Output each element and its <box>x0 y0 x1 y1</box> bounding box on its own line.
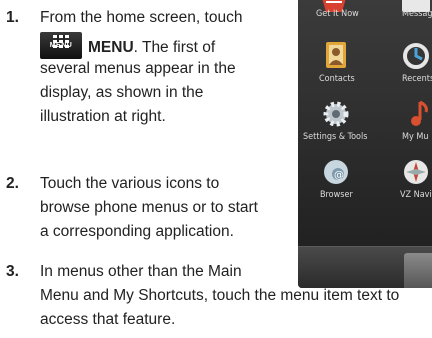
step-2: 2. Touch the various icons to browse pho… <box>0 172 300 246</box>
menu-item-label: Browser <box>320 190 353 200</box>
bar-center-button <box>404 253 432 288</box>
navigator-compass-icon <box>404 160 428 184</box>
menu-key-icon: MENU <box>40 32 82 59</box>
step-1-line-1: From the home screen, touch <box>40 6 295 30</box>
step-1-line-2: MENU MENU. The first of <box>40 32 295 60</box>
menu-item-label: Contacts <box>319 74 355 84</box>
step-2-line-1: Touch the various icons to <box>40 175 220 192</box>
step-1: 1. From the home screen, touch MENU MENU… <box>0 6 300 125</box>
phone-bottom-bar <box>298 246 432 288</box>
step-1-line-3: several menus appear in the <box>40 60 236 77</box>
step-1-line-4: display, as shown in the <box>40 84 204 101</box>
step-1-text-post: . The first of <box>133 39 216 56</box>
step-number: 2. <box>6 175 19 192</box>
browser-globe-icon: @ <box>324 160 348 184</box>
step-1-line-5: illustration at right. <box>40 108 166 125</box>
menu-item-label: My Mu <box>402 132 429 142</box>
menu-bold-label: MENU <box>88 39 134 56</box>
step-number: 1. <box>6 9 19 26</box>
step-2-line-2: browse phone menus or to start <box>40 199 258 216</box>
menu-item-label: Get It Now <box>316 9 359 19</box>
menu-item-label: Settings & Tools <box>303 132 368 142</box>
settings-gear-icon <box>323 101 349 127</box>
music-note-icon <box>411 100 428 126</box>
menu-item-label: Recents <box>402 74 432 84</box>
step-number: 3. <box>6 263 19 280</box>
menu-item-label: Messag <box>402 9 432 19</box>
menu-item-label: VZ Navi <box>400 190 432 200</box>
recents-icon <box>403 43 429 69</box>
step-3-line-3: access that feature. <box>40 311 176 328</box>
step-1-text-pre: From the home screen, touch <box>40 9 243 26</box>
svg-text:@: @ <box>334 170 344 181</box>
contacts-icon <box>326 42 346 68</box>
phone-menu-illustration: Get It Now Messag Contacts Recents Setti… <box>298 0 432 288</box>
step-2-line-3: a corresponding application. <box>40 223 234 240</box>
